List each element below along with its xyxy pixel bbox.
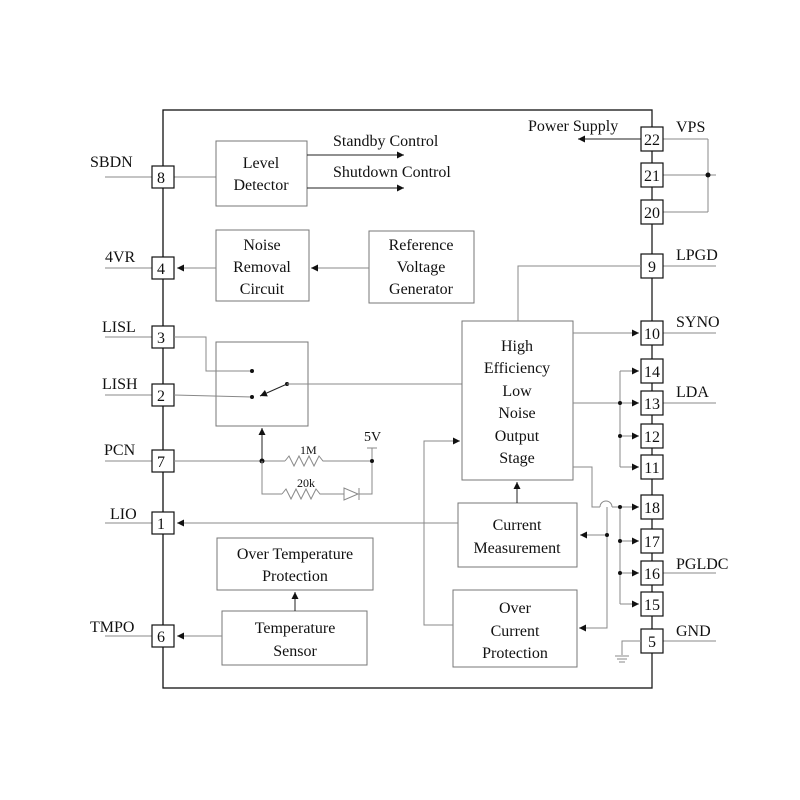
svg-text:Protection: Protection (262, 568, 328, 585)
svg-text:8: 8 (157, 170, 165, 187)
svg-text:6: 6 (157, 629, 165, 646)
svg-text:Temperature: Temperature (255, 620, 336, 637)
svg-text:Level: Level (243, 155, 280, 172)
pin-number: 14 (644, 364, 660, 381)
pin-number: 5 (648, 634, 656, 651)
standby-control-label: Standby Control (333, 133, 439, 150)
svg-text:Output: Output (495, 428, 540, 445)
block-diagram: 8 SBDN 4 4VR 3 LISL 2 LISH 7 PCN 1 LIO 6 TMPO 2… (90, 109, 728, 689)
shutdown-control-label: Shutdown Control (333, 164, 451, 181)
svg-text:Current: Current (491, 623, 540, 640)
pin-label-pcn: PCN (104, 442, 136, 459)
pin-number: 22 (644, 132, 660, 149)
pin-label-gnd: GND (676, 623, 711, 640)
svg-text:Noise: Noise (498, 405, 535, 422)
pin-number: 15 (644, 597, 660, 614)
pin-number: 17 (644, 534, 660, 551)
svg-text:Efficiency: Efficiency (484, 360, 550, 377)
pin-number: 21 (644, 168, 660, 185)
svg-text:2: 2 (157, 388, 165, 405)
svg-text:1M: 1M (300, 443, 317, 457)
pin-label-lish: LISH (102, 376, 138, 393)
over-temperature-block: Over Temperature Protection (216, 537, 374, 591)
svg-text:Detector: Detector (233, 177, 289, 194)
svg-text:3: 3 (157, 330, 165, 347)
svg-text:4: 4 (157, 261, 165, 278)
pin-label-pgldc: PGLDC (676, 556, 728, 573)
pin-number: 13 (644, 396, 660, 413)
pin-label-syno: SYNO (676, 314, 720, 331)
pin-label-vps: VPS (676, 119, 705, 136)
svg-text:Generator: Generator (389, 281, 454, 298)
reference-voltage-block: Reference Voltage Generator (368, 230, 475, 304)
pin-label-lpgd: LPGD (676, 247, 718, 264)
left-pins: 8 SBDN 4 4VR 3 LISL 2 LISH 7 PCN 1 LIO 6 TMPO (90, 154, 216, 648)
pin-label-lio: LIO (110, 506, 137, 523)
svg-text:Reference: Reference (389, 237, 454, 254)
svg-text:High: High (501, 338, 533, 355)
svg-text:Voltage: Voltage (397, 259, 446, 276)
diode-icon (343, 487, 360, 501)
svg-text:Current: Current (493, 517, 542, 534)
resistor-1m (284, 454, 372, 468)
svg-text:7: 7 (157, 454, 165, 471)
5v-label: 5V (364, 430, 381, 445)
pin-number: 12 (644, 429, 660, 446)
svg-text:Stage: Stage (499, 450, 535, 467)
svg-text:Noise: Noise (243, 237, 280, 254)
svg-text:Low: Low (502, 383, 532, 400)
over-current-protection-block: Over Current Protection (452, 589, 578, 668)
svg-text:Over Temperature: Over Temperature (237, 546, 353, 563)
current-measurement-block: Current Measurement (457, 502, 578, 568)
pin-label-lisl: LISL (102, 319, 136, 336)
svg-text:Over: Over (499, 600, 532, 617)
svg-text:20k: 20k (297, 476, 315, 490)
resistor-20k (281, 487, 344, 501)
pin-label-lda: LDA (676, 384, 709, 401)
pin-number: 9 (648, 259, 656, 276)
svg-text:Protection: Protection (482, 645, 548, 662)
pin-number: 11 (644, 460, 659, 477)
output-stage-block: High Efficiency Low Noise Output Stage (461, 320, 574, 481)
svg-text:Measurement: Measurement (473, 540, 561, 557)
power-supply-label: Power Supply (528, 118, 618, 135)
temperature-sensor-block: Temperature Sensor (221, 610, 368, 666)
svg-text:Removal: Removal (233, 259, 291, 276)
noise-removal-block: Noise Removal Circuit (215, 229, 310, 302)
pin-number: 16 (644, 566, 660, 583)
svg-text:1: 1 (157, 516, 165, 533)
svg-text:Sensor: Sensor (273, 643, 317, 660)
pin-number: 10 (644, 326, 660, 343)
svg-text:Circuit: Circuit (240, 281, 285, 298)
pin-label-4vr: 4VR (105, 249, 136, 266)
pin-number: 18 (644, 500, 660, 517)
pin-number: 20 (644, 205, 660, 222)
level-detector-block: Level Detector (215, 140, 308, 207)
input-switch: 1M 20k 5V (173, 336, 462, 501)
pin-label-sbdn: SBDN (90, 154, 133, 171)
pin-label-tmpo: TMPO (90, 619, 134, 636)
right-pins: 22 21 20 9 10 14 13 12 11 18 17 16 15 5 VPS LPGD SYNO… (640, 110, 728, 688)
